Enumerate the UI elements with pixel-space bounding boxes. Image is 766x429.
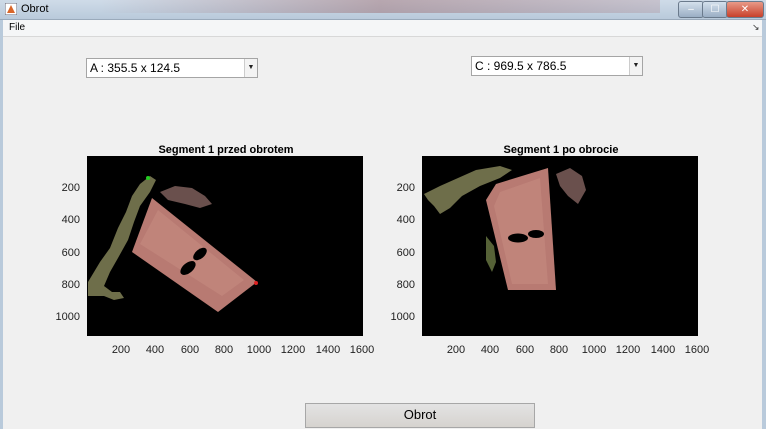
y-tick-label: 600 [62,247,80,259]
y-tick-label: 800 [397,279,415,291]
y-tick-label: 400 [62,214,80,226]
corner-marker-start [146,176,150,180]
y-axis-ticks: 200 400 600 800 1000 [391,182,415,323]
plots-canvas: Segment 1 przed obrotem 200 400 600 800 … [56,144,710,356]
x-tick-label: 1200 [616,344,640,356]
x-tick-label: 400 [481,344,499,356]
x-tick-label: 1600 [685,344,709,356]
y-tick-label: 800 [62,279,80,291]
y-tick-label: 1000 [56,311,80,323]
x-tick-label: 200 [447,344,465,356]
x-tick-label: 600 [181,344,199,356]
plot-before-rotation: Segment 1 przed obrotem 200 400 600 800 … [56,144,375,356]
y-tick-label: 400 [397,214,415,226]
y-tick-label: 1000 [391,311,415,323]
plot-before-title: Segment 1 przed obrotem [158,144,293,156]
plot-before-image [87,156,363,336]
corner-marker-end [254,281,258,285]
x-tick-label: 1000 [582,344,606,356]
plot-after-rotation: Segment 1 po obrocie 200 400 600 800 100… [391,144,710,356]
x-tick-label: 800 [550,344,568,356]
x-tick-label: 400 [146,344,164,356]
x-tick-label: 1200 [281,344,305,356]
x-tick-label: 1400 [651,344,675,356]
x-tick-label: 1000 [247,344,271,356]
x-axis-ticks: 200 400 600 800 1000 1200 1400 1600 [447,344,709,356]
x-tick-label: 600 [516,344,534,356]
plot-after-title: Segment 1 po obrocie [504,144,619,156]
x-tick-label: 200 [112,344,130,356]
rotate-button[interactable]: Obrot [305,403,535,428]
x-tick-label: 1600 [350,344,374,356]
x-tick-label: 800 [215,344,233,356]
x-axis-ticks: 200 400 600 800 1000 1200 1400 1600 [112,344,374,356]
y-tick-label: 200 [62,182,80,194]
segment-hole [508,233,528,243]
segment-hole [528,230,544,238]
y-tick-label: 600 [397,247,415,259]
y-tick-label: 200 [397,182,415,194]
x-tick-label: 1400 [316,344,340,356]
y-axis-ticks: 200 400 600 800 1000 [56,182,80,323]
